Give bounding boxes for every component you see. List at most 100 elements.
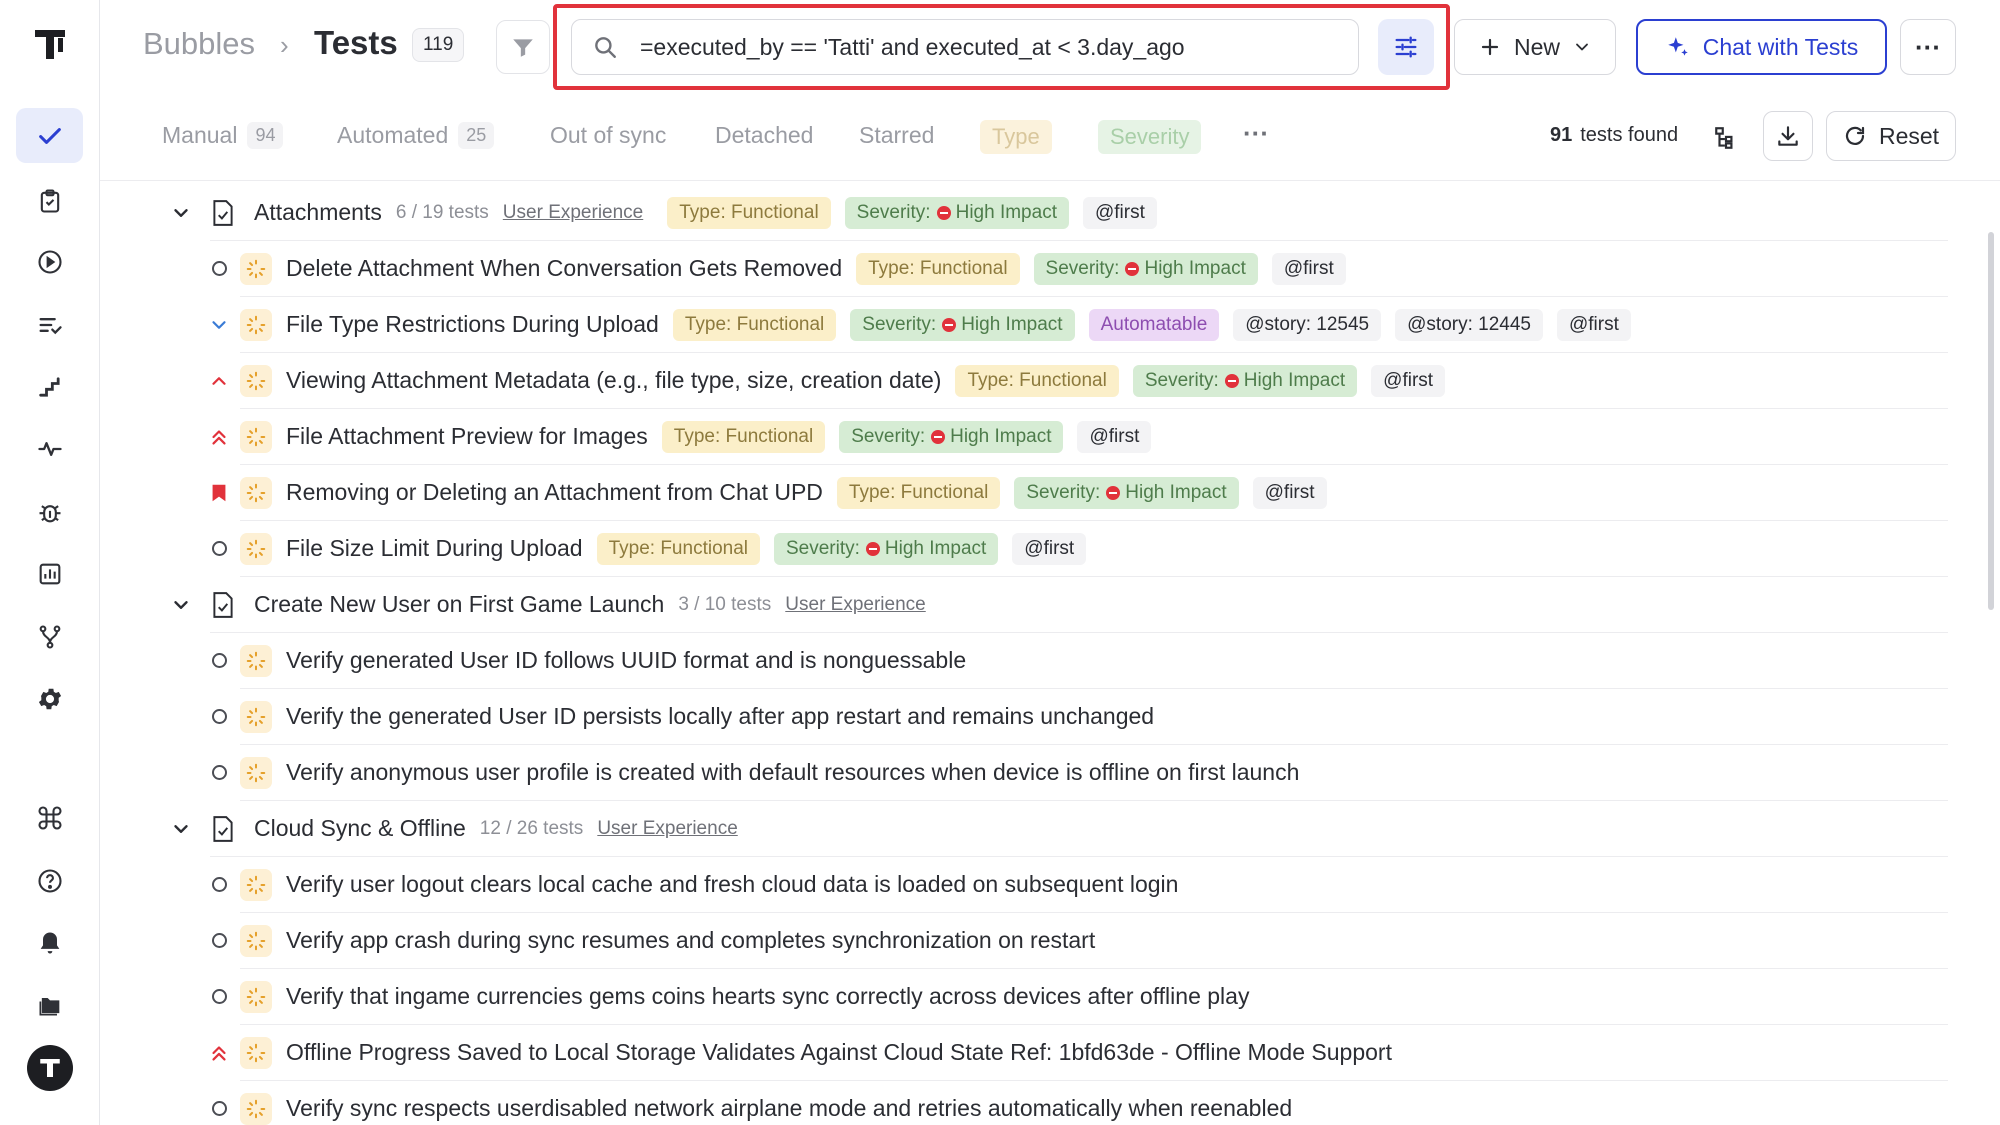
suite-tag-link[interactable]: User Experience bbox=[503, 202, 643, 224]
suite-row-cloud-sync[interactable]: Cloud Sync & Offline 12 / 26 tests User … bbox=[174, 801, 1948, 857]
gear-icon[interactable] bbox=[16, 671, 83, 726]
test-title[interactable]: Delete Attachment When Conversation Gets… bbox=[286, 255, 842, 282]
command-icon[interactable] bbox=[16, 790, 83, 845]
suite-title[interactable]: Attachments bbox=[254, 199, 382, 226]
severity-value: High Impact bbox=[1144, 257, 1246, 279]
test-row[interactable]: Delete Attachment When Conversation Gets… bbox=[211, 241, 1948, 297]
play-circle-icon[interactable] bbox=[16, 234, 83, 289]
test-title[interactable]: Verify that ingame currencies gems coins… bbox=[286, 983, 1249, 1010]
tab-label: Manual bbox=[162, 122, 238, 148]
label-tag[interactable]: @first bbox=[1371, 364, 1446, 397]
scrollbar[interactable] bbox=[1988, 232, 1994, 610]
test-title[interactable]: File Size Limit During Upload bbox=[286, 535, 583, 562]
type-tag: Type: Functional bbox=[667, 196, 831, 229]
more-tabs-button[interactable]: ··· bbox=[1243, 118, 1269, 149]
tab-out-of-sync[interactable]: Out of sync bbox=[550, 122, 666, 149]
test-title[interactable]: Verify sync respects userdisabled networ… bbox=[286, 1095, 1292, 1122]
test-title[interactable]: Verify app crash during sync resumes and… bbox=[286, 927, 1095, 954]
priority-normal-icon bbox=[208, 650, 230, 672]
label-tag[interactable]: @first bbox=[1012, 532, 1087, 565]
steps-icon[interactable] bbox=[16, 359, 83, 414]
severity-prefix: Severity: bbox=[856, 201, 931, 223]
chat-with-tests-button[interactable]: Chat with Tests bbox=[1636, 19, 1887, 75]
test-row[interactable]: File Attachment Preview for Images Type:… bbox=[212, 409, 1948, 465]
reset-button[interactable]: Reset bbox=[1826, 111, 1956, 161]
chevron-down-icon[interactable] bbox=[170, 202, 192, 224]
test-row[interactable]: File Size Limit During Upload Type: Func… bbox=[211, 521, 1948, 577]
label-tag[interactable]: @story: 12545 bbox=[1233, 308, 1382, 341]
suite-title[interactable]: Create New User on First Game Launch bbox=[254, 591, 664, 618]
report-chart-icon[interactable] bbox=[16, 546, 83, 601]
priority-normal-icon bbox=[208, 762, 230, 784]
test-row[interactable]: Verify that ingame currencies gems coins… bbox=[211, 969, 1948, 1025]
manual-test-icon bbox=[240, 308, 272, 341]
suite-tag-link[interactable]: User Experience bbox=[597, 818, 737, 840]
download-button[interactable] bbox=[1763, 111, 1813, 161]
test-title[interactable]: Viewing Attachment Metadata (e.g., file … bbox=[286, 367, 941, 394]
test-row[interactable]: Verify generated User ID follows UUID fo… bbox=[211, 633, 1948, 689]
tests-nav-icon[interactable] bbox=[16, 108, 83, 163]
more-options-button[interactable]: ··· bbox=[1900, 19, 1956, 75]
suite-row-create-new-user[interactable]: Create New User on First Game Launch 3 /… bbox=[174, 577, 1948, 633]
chevron-down-icon[interactable] bbox=[170, 818, 192, 840]
label-tag[interactable]: @first bbox=[1082, 196, 1157, 229]
tab-detached[interactable]: Detached bbox=[715, 122, 813, 149]
chevron-down-icon[interactable] bbox=[170, 594, 192, 616]
checklist-icon[interactable] bbox=[16, 297, 83, 352]
test-title[interactable]: Verify the generated User ID persists lo… bbox=[286, 703, 1154, 730]
clipboard-check-icon[interactable] bbox=[16, 173, 83, 228]
sparkle-icon bbox=[1667, 37, 1688, 56]
breadcrumb-project[interactable]: Bubbles bbox=[143, 26, 255, 62]
test-row[interactable]: File Type Restrictions During Upload Typ… bbox=[212, 297, 1948, 353]
label-tag[interactable]: @first bbox=[1252, 476, 1327, 509]
folders-icon[interactable] bbox=[16, 977, 83, 1032]
tab-starred[interactable]: Starred bbox=[859, 122, 934, 149]
user-avatar[interactable] bbox=[27, 1045, 73, 1091]
type-filter-chip[interactable]: Type bbox=[980, 120, 1052, 154]
manual-test-icon bbox=[240, 252, 272, 285]
bug-icon[interactable] bbox=[16, 484, 83, 539]
tests-list: Attachments 6 / 19 tests User Experience… bbox=[100, 185, 2000, 1125]
tree-view-button[interactable] bbox=[1708, 120, 1744, 156]
test-title[interactable]: Verify anonymous user profile is created… bbox=[286, 759, 1299, 786]
pulse-icon[interactable] bbox=[16, 421, 83, 476]
label-tag[interactable]: @first bbox=[1556, 308, 1631, 341]
suite-tag-link[interactable]: User Experience bbox=[785, 594, 925, 616]
manual-test-icon bbox=[240, 756, 272, 789]
search-field[interactable] bbox=[571, 19, 1359, 75]
tab-automated[interactable]: Automated 25 bbox=[337, 122, 495, 149]
test-row[interactable]: Verify sync respects userdisabled networ… bbox=[211, 1081, 1948, 1125]
test-title[interactable]: Offline Progress Saved to Local Storage … bbox=[286, 1039, 1392, 1066]
suite-title[interactable]: Cloud Sync & Offline bbox=[254, 815, 466, 842]
severity-filter-chip[interactable]: Severity bbox=[1098, 120, 1202, 154]
advanced-search-button[interactable] bbox=[1378, 19, 1434, 75]
test-row[interactable]: Viewing Attachment Metadata (e.g., file … bbox=[212, 353, 1948, 409]
test-title[interactable]: Removing or Deleting an Attachment from … bbox=[286, 479, 823, 506]
label-tag[interactable]: @story: 12445 bbox=[1395, 308, 1543, 341]
tab-manual[interactable]: Manual 94 bbox=[162, 122, 284, 149]
branch-icon[interactable] bbox=[16, 609, 83, 664]
manual-test-icon bbox=[240, 420, 272, 453]
test-row[interactable]: Verify anonymous user profile is created… bbox=[211, 745, 1948, 801]
testomat-logo[interactable] bbox=[30, 24, 70, 64]
severity-prefix: Severity: bbox=[1026, 481, 1101, 503]
high-impact-icon bbox=[931, 429, 946, 444]
test-row[interactable]: Removing or Deleting an Attachment from … bbox=[212, 465, 1948, 521]
high-impact-icon bbox=[865, 541, 880, 556]
test-title[interactable]: Verify generated User ID follows UUID fo… bbox=[286, 647, 966, 674]
test-title[interactable]: Verify user logout clears local cache an… bbox=[286, 871, 1178, 898]
test-title[interactable]: File Attachment Preview for Images bbox=[286, 423, 648, 450]
help-icon[interactable] bbox=[16, 853, 83, 908]
bell-icon[interactable] bbox=[16, 915, 83, 970]
test-row[interactable]: Verify user logout clears local cache an… bbox=[211, 857, 1948, 913]
filter-button[interactable] bbox=[496, 20, 550, 74]
suite-row-attachments[interactable]: Attachments 6 / 19 tests User Experience… bbox=[174, 185, 1948, 241]
label-tag[interactable]: @first bbox=[1077, 420, 1152, 453]
new-button[interactable]: New bbox=[1454, 19, 1616, 75]
test-row[interactable]: Offline Progress Saved to Local Storage … bbox=[212, 1025, 1948, 1081]
test-title[interactable]: File Type Restrictions During Upload bbox=[286, 311, 659, 338]
test-row[interactable]: Verify app crash during sync resumes and… bbox=[211, 913, 1948, 969]
test-row[interactable]: Verify the generated User ID persists lo… bbox=[211, 689, 1948, 745]
label-tag[interactable]: @first bbox=[1271, 252, 1346, 285]
search-input[interactable] bbox=[640, 33, 1340, 61]
